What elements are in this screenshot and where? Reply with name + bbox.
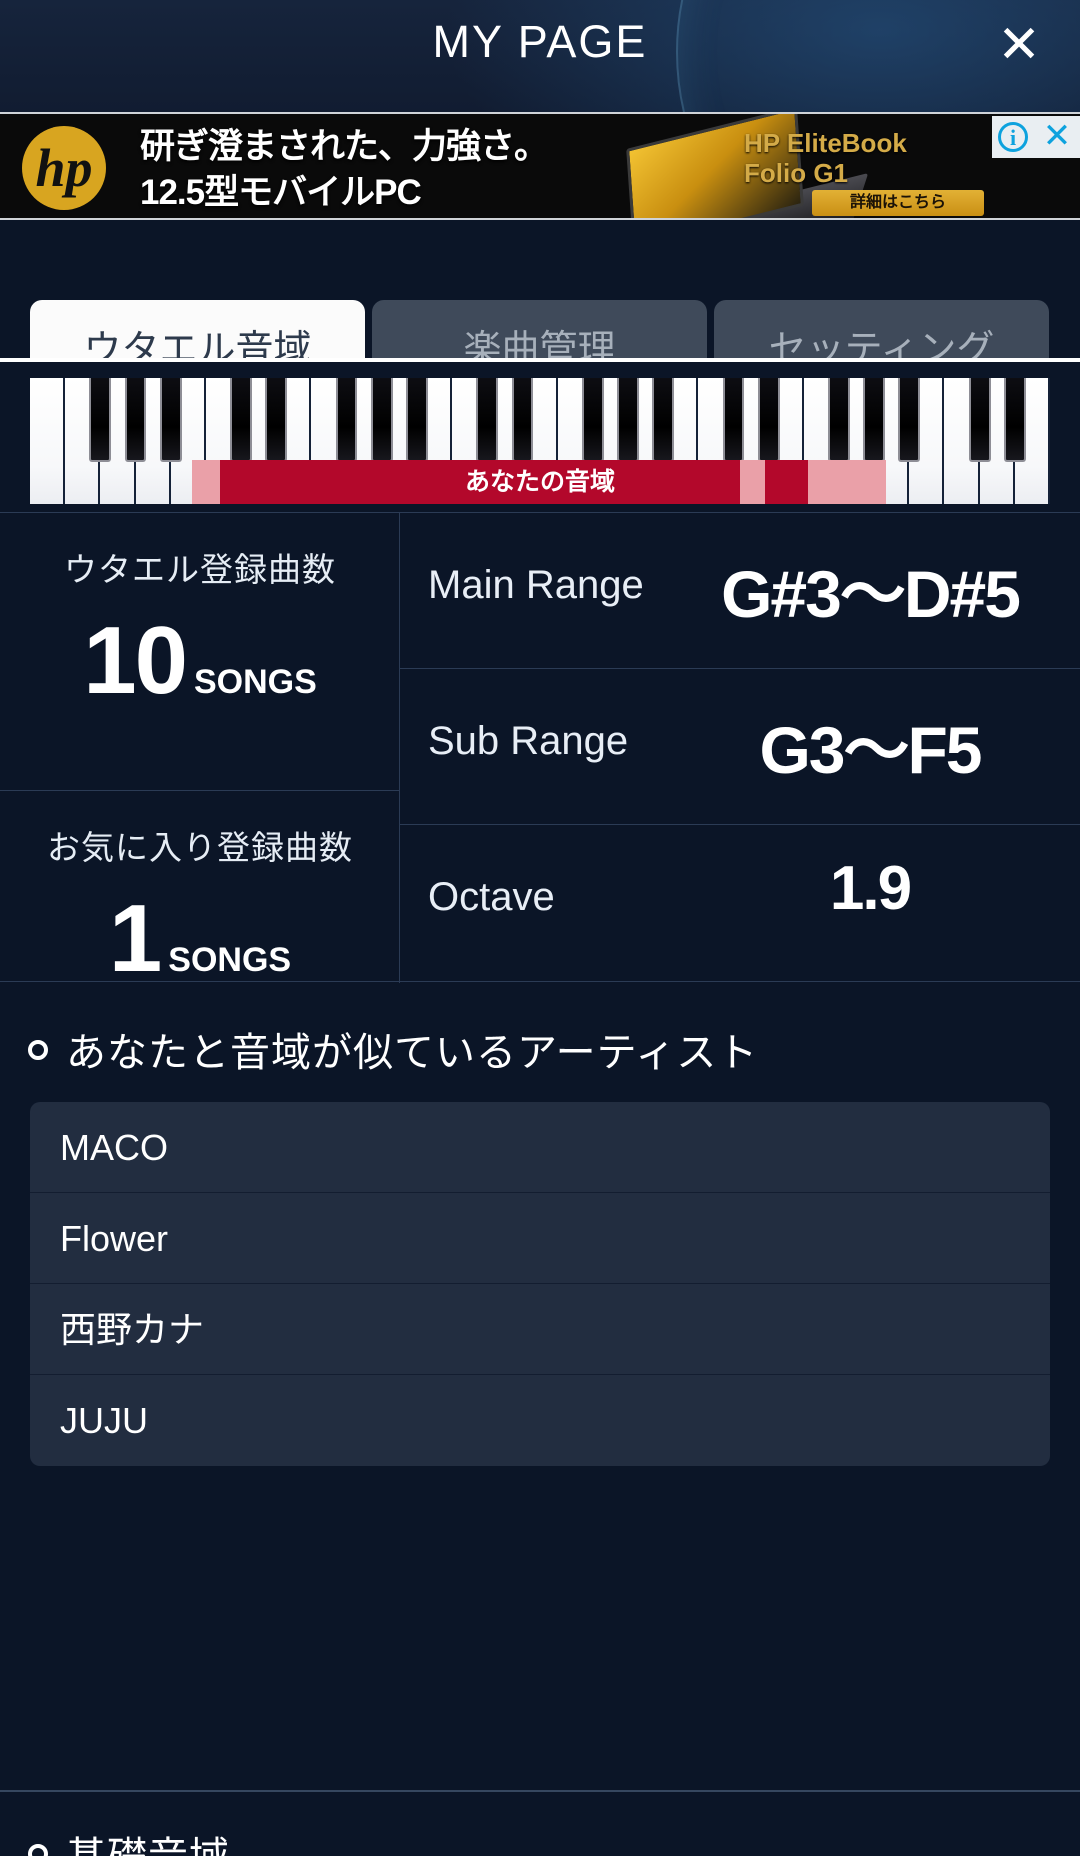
piano-black-key[interactable] [370, 378, 393, 462]
octave-row: Octave 1.9 [400, 825, 1080, 983]
piano-black-key[interactable] [124, 378, 147, 462]
similar-artists-heading-text: あなたと音域が似ているアーティスト [66, 1031, 759, 1075]
artist-list-item[interactable]: Flower [30, 1193, 1050, 1284]
piano-black-key[interactable] [652, 378, 674, 462]
registered-songs-value: 10 SONGS [0, 591, 400, 730]
basic-range-heading: 基礎音域 [28, 1824, 230, 1856]
octave-value: 1.9 [829, 854, 912, 923]
piano-white-key[interactable] [30, 378, 66, 504]
ad-info-icon[interactable]: i [992, 116, 1034, 158]
piano-black-key[interactable] [898, 378, 921, 462]
favorite-songs-label: お気に入り登録曲数 [47, 829, 353, 866]
close-icon[interactable]: ✕ [986, 14, 1052, 80]
app-header: MY PAGE ✕ [0, 0, 1080, 112]
piano-black-key[interactable] [511, 378, 534, 462]
similar-artists-heading: あなたと音域が似ているアーティスト [28, 1020, 758, 1078]
range-segment-sub [808, 460, 886, 504]
piano-black-key[interactable] [968, 378, 991, 462]
registered-songs-stat: ウタエル登録曲数 10 SONGS [0, 513, 400, 791]
ad-copy-line-2: 12.5型モバイルPC [140, 173, 422, 212]
piano-range-widget: あなたの音域 [0, 358, 1080, 510]
range-segment-main [220, 460, 740, 504]
registered-songs-label: ウタエル登録曲数 [64, 551, 336, 588]
stats-right-column: Main Range G#3〜D#5 Sub Range G3〜F5 Octav… [400, 513, 1080, 983]
stats-grid: ウタエル登録曲数 10 SONGS お気に入り登録曲数 1 SONGS Main R… [0, 512, 1080, 987]
favorite-songs-unit: SONGS [168, 941, 292, 979]
bullet-icon-bottom [28, 1844, 48, 1856]
main-range-row: Main Range G#3〜D#5 [400, 513, 1080, 669]
piano-black-key[interactable] [757, 378, 780, 462]
hp-logo-icon: hp [22, 126, 106, 210]
piano-black-key[interactable] [828, 378, 850, 462]
bullet-icon [28, 1040, 48, 1060]
tab-bar: ウタエル音域 楽曲管理 セッティング [0, 222, 1080, 404]
main-range-value: G#3〜D#5 [721, 557, 1021, 631]
range-segment-sub [740, 460, 765, 504]
section-divider [0, 1790, 1080, 1792]
ad-close-icon[interactable]: ✕ [1034, 116, 1080, 158]
piano-black-key[interactable] [617, 378, 639, 462]
similar-artists-list: MACO Flower 西野カナ JUJU [30, 1102, 1050, 1466]
sub-range-row: Sub Range G3〜F5 [400, 669, 1080, 825]
piano-black-key[interactable] [722, 378, 745, 462]
range-segment-sub [192, 460, 220, 504]
piano-black-key[interactable] [335, 378, 358, 462]
piano-black-key[interactable] [581, 378, 604, 462]
ad-copy-text: 研ぎ澄まされた、力強さ。 12.5型モバイルPC [140, 124, 549, 216]
piano-black-key[interactable] [265, 378, 288, 462]
artist-list-item[interactable]: MACO [30, 1102, 1050, 1193]
my-page-screen: MY PAGE ✕ hp 研ぎ澄まされた、力強さ。 12.5型モバイルPC HP… [0, 0, 1080, 1856]
basic-range-heading-text: 基礎音域 [66, 1835, 230, 1856]
stats-left-column: ウタエル登録曲数 10 SONGS お気に入り登録曲数 1 SONGS [0, 513, 400, 987]
artist-list-item[interactable]: 西野カナ [30, 1284, 1050, 1375]
ad-copy-line-1: 研ぎ澄まされた、力強さ。 [140, 127, 549, 166]
artist-list-item[interactable]: JUJU [30, 1375, 1050, 1466]
ad-banner[interactable]: hp 研ぎ澄まされた、力強さ。 12.5型モバイルPC HP EliteBook… [0, 112, 1080, 220]
main-range-label: Main Range [428, 563, 644, 607]
sub-range-value: G3〜F5 [759, 713, 982, 787]
registered-songs-unit: SONGS [193, 663, 317, 701]
favorite-songs-stat: お気に入り登録曲数 1 SONGS [0, 791, 400, 987]
favorite-songs-value: 1 SONGS [0, 869, 400, 1008]
piano-black-key[interactable] [405, 378, 428, 462]
octave-label: Octave [428, 875, 555, 919]
piano-keyboard[interactable]: あなたの音域 [30, 378, 1050, 504]
piano-black-key[interactable] [863, 378, 886, 462]
piano-black-key[interactable] [476, 378, 499, 462]
page-title: MY PAGE [432, 16, 648, 67]
piano-black-key[interactable] [159, 378, 182, 462]
piano-black-key[interactable] [230, 378, 252, 462]
piano-black-key[interactable] [1003, 378, 1026, 462]
registered-songs-number: 10 [83, 607, 188, 714]
favorite-songs-number: 1 [108, 885, 162, 992]
ad-product-name: HP EliteBook Folio G1 [744, 128, 984, 188]
range-segment-main [765, 460, 808, 504]
ad-cta-button[interactable]: 詳細はこちら [812, 190, 984, 216]
ad-product-line-1: HP EliteBook [744, 128, 907, 158]
sub-range-label: Sub Range [428, 719, 629, 763]
ad-product-line-2: Folio G1 [744, 158, 848, 188]
piano-black-key[interactable] [89, 378, 112, 462]
